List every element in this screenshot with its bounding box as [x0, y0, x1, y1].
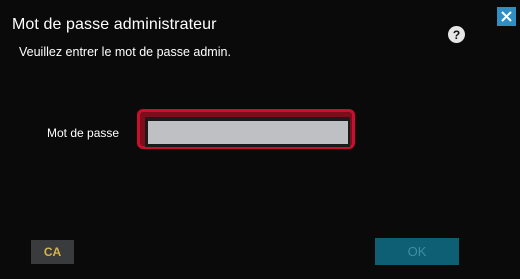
- help-button[interactable]: ?: [448, 26, 465, 43]
- admin-password-dialog: Mot de passe administrateur Veuillez ent…: [0, 0, 520, 279]
- dialog-title: Mot de passe administrateur: [12, 16, 217, 33]
- clear-all-button[interactable]: CA: [31, 240, 74, 264]
- ok-button[interactable]: OK: [375, 238, 459, 265]
- dialog-subtitle: Veuillez entrer le mot de passe admin.: [19, 45, 231, 59]
- question-icon: ?: [452, 27, 461, 42]
- password-input[interactable]: [148, 121, 348, 144]
- password-label: Mot de passe: [47, 126, 120, 140]
- close-button[interactable]: [497, 7, 516, 26]
- close-x-icon: [501, 11, 512, 22]
